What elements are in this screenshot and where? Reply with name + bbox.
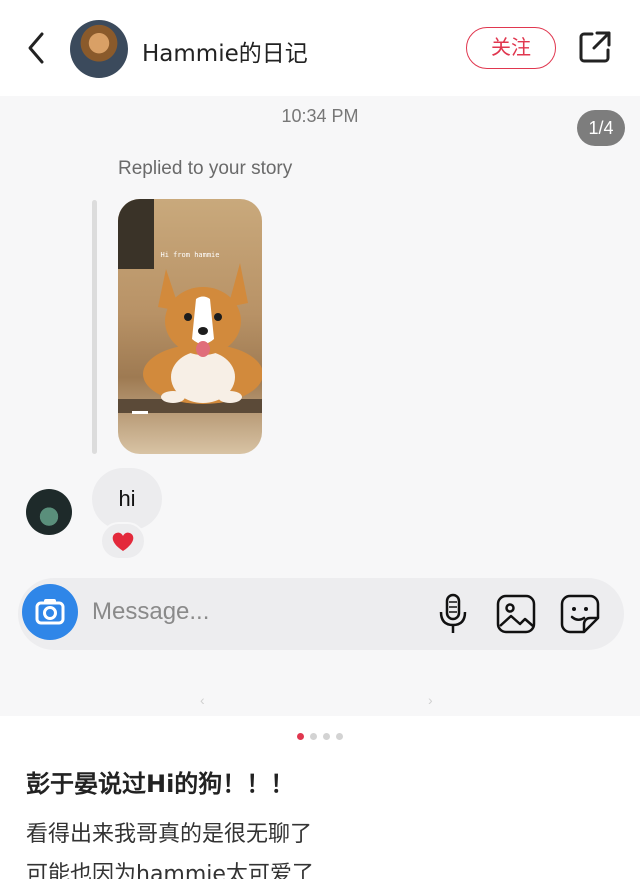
share-icon[interactable] <box>578 30 612 64</box>
message-composer: Message... <box>18 578 624 650</box>
chevron-left-icon: ‹ <box>200 692 205 708</box>
reply-indicator-line <box>92 200 97 454</box>
camera-icon <box>35 599 65 625</box>
message-timestamp: 10:34 PM <box>281 106 359 126</box>
author-name[interactable]: Hammie的日记 <box>142 34 308 68</box>
sender-avatar <box>26 489 72 535</box>
post-image[interactable]: 10:34 PM 1/4 Replied to your story Hi fr… <box>0 96 640 716</box>
carousel-dot[interactable] <box>336 733 343 740</box>
post-header: Hammie的日记 关注 <box>0 0 640 96</box>
post-body-line: 可能也因为hammie太可爱了 <box>26 862 314 879</box>
follow-button[interactable]: 关注 <box>466 27 556 69</box>
carousel-dot[interactable] <box>323 733 330 740</box>
message-input: Message... <box>92 598 210 625</box>
post-title: 彭于晏说过Hi的狗！！！ <box>26 770 295 798</box>
author-avatar[interactable] <box>70 20 128 78</box>
message-bubble: hi <box>92 468 162 530</box>
post-body-line: 看得出来我哥真的是很无聊了 <box>26 822 313 847</box>
heart-icon <box>112 532 134 551</box>
carousel-dot[interactable] <box>297 733 304 740</box>
sticker-icon <box>560 594 600 634</box>
camera-button <box>22 584 78 640</box>
back-chevron-icon[interactable] <box>22 28 54 68</box>
replied-label: Replied to your story <box>118 158 293 179</box>
carousel-indicator <box>0 733 640 740</box>
story-thumbnail: Hi from hammie <box>118 199 262 454</box>
gallery-icon <box>496 594 536 634</box>
carousel-dot[interactable] <box>310 733 317 740</box>
image-page-counter: 1/4 <box>577 110 625 146</box>
chevron-right-icon: › <box>428 692 433 708</box>
heart-reaction <box>100 522 146 560</box>
corgi-illustration <box>118 199 262 414</box>
microphone-icon <box>439 593 467 633</box>
